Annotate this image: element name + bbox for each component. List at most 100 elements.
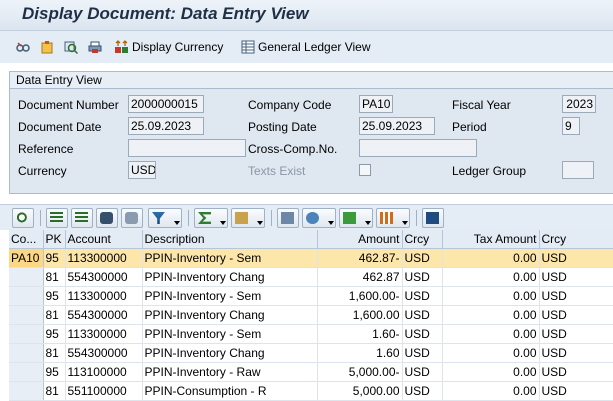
table-cell-description: PPIN-Consumption - R [142,381,318,401]
chevron-down-icon [257,221,263,225]
table-cell-tax: 0.00 [442,324,540,344]
window-title: Display Document: Data Entry View [22,4,309,23]
column-header[interactable]: Crcy [539,230,613,249]
currency-icon [115,40,128,53]
posting-date-field[interactable]: 25.09.2023 [359,117,435,135]
table-row[interactable]: 95 113300000 PPIN-Inventory - Sem 1,600.00-… [9,286,613,306]
fiscal-year-label: Fiscal Year [452,98,511,112]
table-cell-tcrcy: USD [539,305,613,325]
sort-ascending-button[interactable] [46,208,68,228]
fiscal-year-field[interactable]: 2023 [562,95,596,113]
table-cell-account: 113300000 [65,286,143,306]
sum-icon [198,212,211,224]
period-label: Period [452,120,487,134]
subtotal-button[interactable] [231,208,265,228]
application-toolbar: Display Currency General Ledger View [0,31,613,63]
sort-descending-icon [75,212,88,224]
display-icon [64,41,78,54]
sum-button[interactable] [194,208,228,228]
column-header[interactable]: Description [142,230,318,249]
table-row[interactable]: 81 554300000 PPIN-Inventory Chang 1.60 USD 0.… [9,343,613,363]
filter-button[interactable] [148,208,182,228]
column-header[interactable]: Tax Amount [442,230,540,249]
filter-icon [152,212,165,224]
data-entry-view-panel: Data Entry View Document Number 20000000… [9,71,613,194]
views-button[interactable] [302,208,336,228]
table-row[interactable]: 81 554300000 PPIN-Inventory Chang 1,600.00 U… [9,305,613,325]
table-row[interactable]: 81 554300000 PPIN-Inventory Chang 462.87 USD… [9,267,613,287]
general-ledger-view-button[interactable]: General Ledger View [241,37,371,57]
table-cell-tax: 0.00 [442,286,540,306]
table-cell-co [9,343,44,363]
table-row[interactable]: PA10 95 113300000 PPIN-Inventory - Sem 462.8… [9,248,613,268]
table-cell-tax: 0.00 [442,362,540,382]
ledger-group-field[interactable] [562,161,594,179]
table-row[interactable]: 95 113300000 PPIN-Inventory - Sem 1.60- USD 0… [9,324,613,344]
table-cell-tcrcy: USD [539,267,613,287]
table-cell-crcy: USD [402,381,443,401]
line-items-grid: Co... PK Account Description Amount Crcy Tax A… [9,230,613,401]
column-header[interactable]: Co... [9,230,44,249]
details-button[interactable] [12,208,34,228]
layout-button[interactable] [376,208,410,228]
column-header[interactable]: Amount [317,230,403,249]
find-button[interactable] [96,208,118,228]
table-cell-pk: 95 [43,286,66,306]
table-cell-tcrcy: USD [539,286,613,306]
column-header[interactable]: Crcy [402,230,443,249]
currency-field[interactable]: USD [128,161,156,179]
document-number-field[interactable]: 2000000015 [128,95,204,113]
display-change-button[interactable] [16,37,33,57]
display-currency-label: Display Currency [132,40,224,54]
panel-title: Data Entry View [10,72,613,89]
table-cell-co [9,267,44,287]
cross-comp-label: Cross-Comp.No. [248,142,338,156]
table-cell-co: PA10 [9,248,44,268]
clipboard-icon [41,41,53,54]
display-object-button[interactable] [64,37,81,57]
export-icon [343,212,356,224]
table-cell-pk: 81 [43,305,66,325]
table-cell-account: 554300000 [65,305,143,325]
table-cell-tax: 0.00 [442,381,540,401]
export-button[interactable] [339,208,373,228]
period-field[interactable]: 9 [562,117,580,135]
table-row[interactable]: 81 551100000 PPIN-Consumption - R 5,000.00 U… [9,381,613,401]
find-next-button[interactable] [121,208,143,228]
chevron-down-icon [174,221,180,225]
information-button[interactable] [422,208,444,228]
table-cell-crcy: USD [402,286,443,306]
clipboard-button[interactable] [40,37,57,57]
table-cell-account: 113300000 [65,324,143,344]
table-row[interactable]: 95 113100000 PPIN-Inventory - Raw 5,000.00-… [9,362,613,382]
document-date-field[interactable]: 25.09.2023 [128,117,204,135]
column-header[interactable]: PK [43,230,66,249]
table-header-row: Co... PK Account Description Amount Crcy Tax A… [9,230,613,249]
table-cell-tcrcy: USD [539,324,613,344]
table-cell-pk: 81 [43,381,66,401]
table-cell-co [9,305,44,325]
document-number-label: Document Number [18,98,119,112]
posting-date-label: Posting Date [248,120,317,134]
display-currency-button[interactable]: Display Currency [115,37,223,57]
table-cell-tax: 0.00 [442,343,540,363]
info-icon [426,212,439,224]
table-cell-tcrcy: USD [539,362,613,382]
table-cell-tcrcy: USD [539,381,613,401]
table-cell-description: PPIN-Inventory - Raw [142,362,318,382]
table-cell-crcy: USD [402,362,443,382]
sort-descending-button[interactable] [71,208,93,228]
table-cell-co [9,362,44,382]
table-cell-pk: 95 [43,324,66,344]
texts-exist-checkbox[interactable] [359,164,371,176]
document-date-label: Document Date [18,120,102,134]
company-code-field[interactable]: PA10 [359,95,393,113]
reference-field[interactable] [128,139,246,157]
reference-label: Reference [18,142,74,156]
table-cell-description: PPIN-Inventory - Sem [142,324,318,344]
column-header[interactable]: Account [65,230,143,249]
cross-comp-field[interactable] [359,139,477,157]
views-icon [306,212,319,224]
print-preview-button[interactable] [277,208,299,228]
print-button[interactable] [88,37,105,57]
